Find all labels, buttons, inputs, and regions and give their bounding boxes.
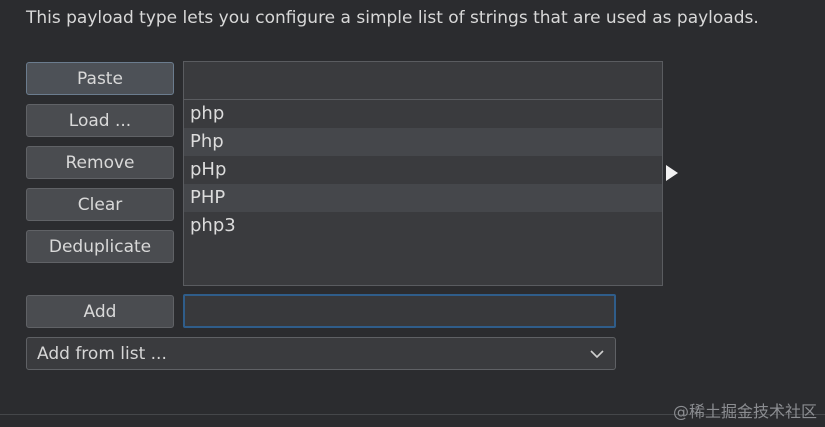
watermark: @稀土掘金技术社区 (672, 402, 817, 421)
list-item[interactable]: Php (184, 128, 662, 156)
load-button[interactable]: Load ... (26, 104, 174, 137)
add-button[interactable]: Add (26, 295, 174, 328)
payload-options-panel: This payload type lets you configure a s… (0, 0, 825, 427)
add-from-list-select[interactable]: Add from list ... (26, 337, 616, 370)
chevron-down-icon (590, 349, 604, 358)
list-item[interactable]: php3 (184, 212, 662, 240)
remove-button[interactable]: Remove (26, 146, 174, 179)
mouse-pointer-icon (666, 165, 678, 181)
payload-list-header (183, 61, 663, 100)
add-payload-input[interactable] (183, 294, 616, 328)
clear-button[interactable]: Clear (26, 188, 174, 221)
payload-list[interactable]: php Php pHp PHP php3 (183, 99, 663, 286)
list-item[interactable]: php (184, 100, 662, 128)
paste-button[interactable]: Paste (26, 62, 174, 95)
add-from-list-label: Add from list ... (37, 343, 167, 364)
list-item[interactable]: pHp (184, 156, 662, 184)
deduplicate-button[interactable]: Deduplicate (26, 230, 174, 263)
payload-description: This payload type lets you configure a s… (26, 8, 759, 28)
list-item[interactable]: PHP (184, 184, 662, 212)
